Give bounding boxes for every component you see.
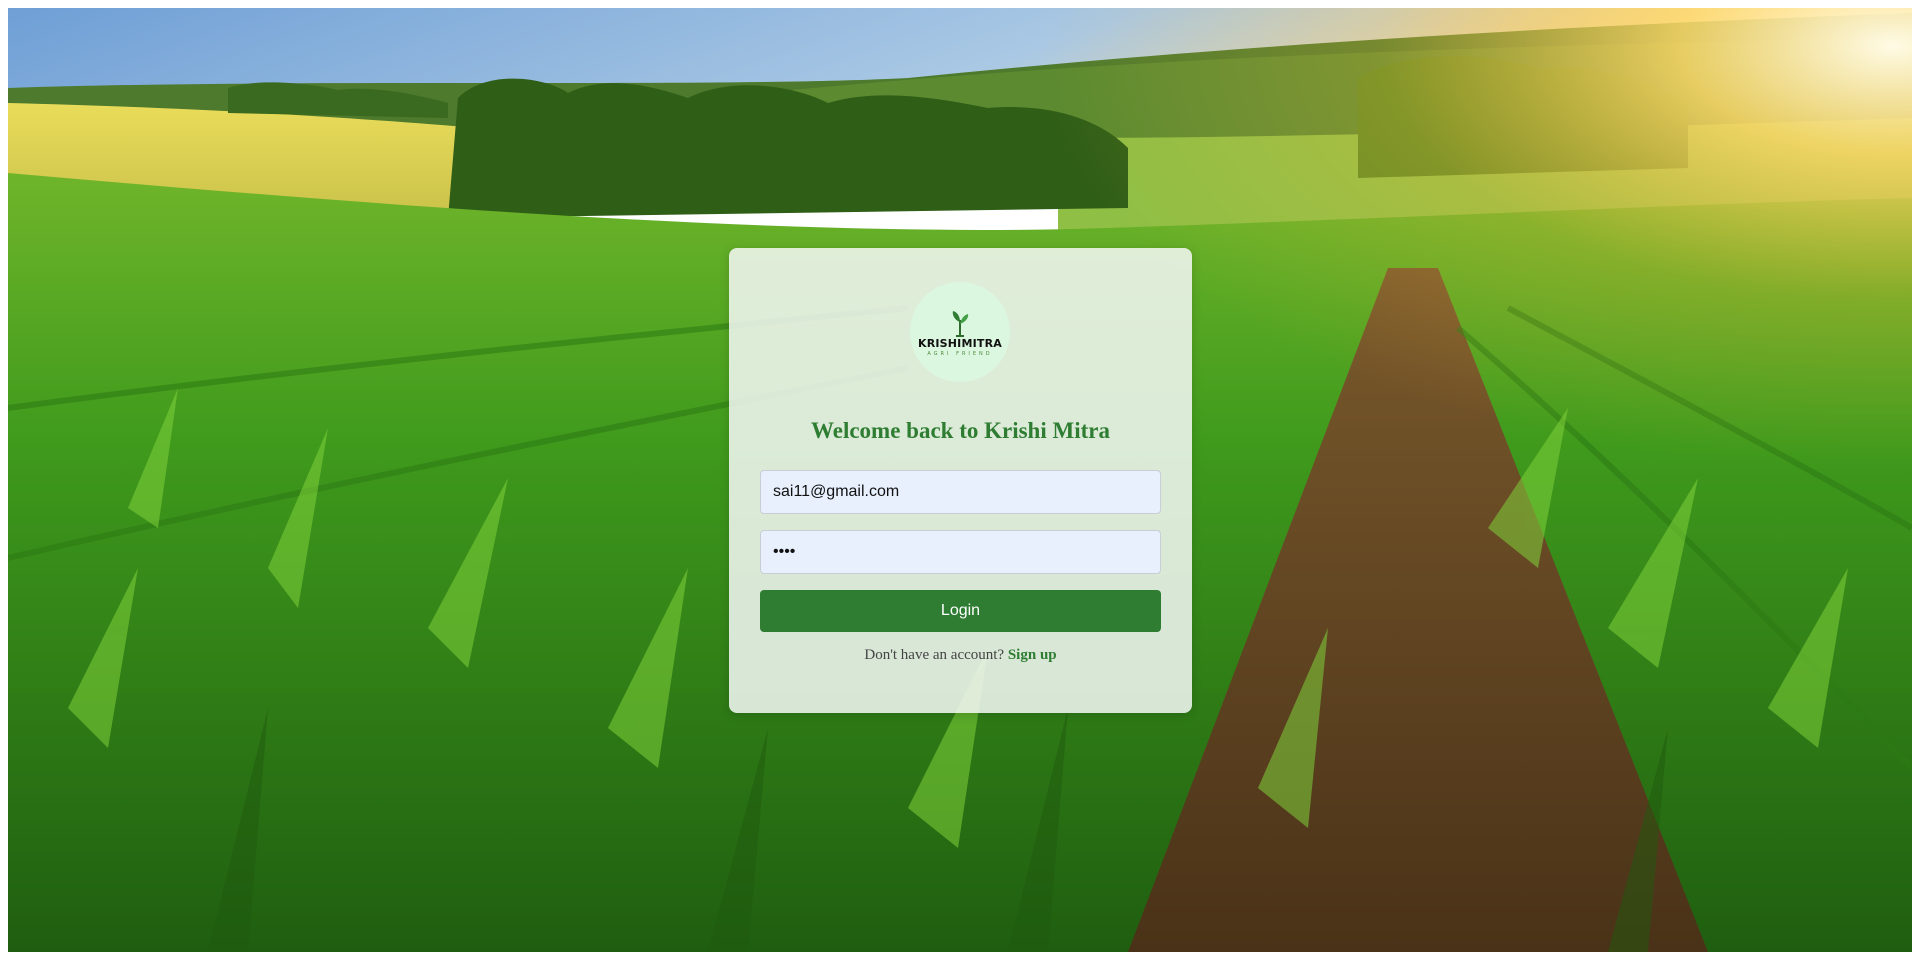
email-field[interactable]: [760, 470, 1161, 514]
signup-link[interactable]: Sign up: [1008, 647, 1057, 663]
krishi-mitra-logo: KRISHIMITRA AGRI FRIEND: [910, 282, 1010, 382]
login-button[interactable]: Login: [760, 590, 1161, 632]
signup-prompt-line: Don't have an account? Sign up: [729, 647, 1192, 664]
page: KRISHIMITRA AGRI FRIEND Welcome back to …: [0, 0, 1920, 961]
password-field[interactable]: [760, 530, 1161, 574]
logo-brand-text: KRISHIMITRA: [917, 337, 1003, 350]
sprout-icon: [952, 311, 969, 337]
signup-prompt-text: Don't have an account?: [864, 647, 1005, 663]
welcome-heading: Welcome back to Krishi Mitra: [811, 418, 1110, 443]
logo-tagline: AGRI FRIEND: [927, 351, 993, 357]
login-card: KRISHIMITRA AGRI FRIEND Welcome back to …: [729, 248, 1192, 713]
